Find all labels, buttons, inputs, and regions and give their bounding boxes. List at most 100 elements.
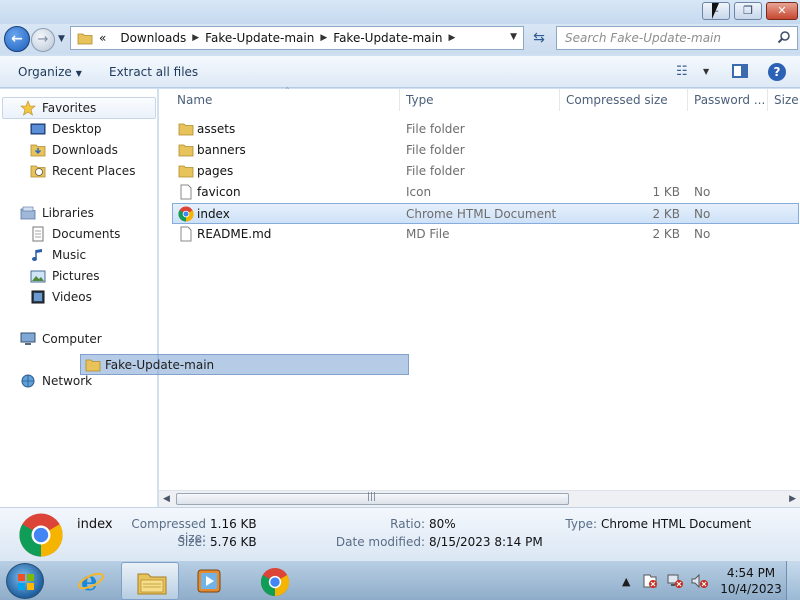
taskbar-internet-explorer[interactable]: e <box>62 562 120 600</box>
column-divider[interactable] <box>559 89 560 111</box>
command-bar: Organize ▼ Extract all files ☷ ▼ ? <box>0 56 800 88</box>
start-button[interactable] <box>6 563 44 599</box>
chrome-icon <box>260 567 290 597</box>
file-type: File folder <box>406 143 465 157</box>
nav-favorites[interactable]: Favorites <box>20 99 96 117</box>
views-icon[interactable]: ☷ <box>676 64 688 79</box>
taskbar-file-explorer[interactable] <box>121 562 179 600</box>
maximize-button[interactable]: ❐ <box>734 2 762 20</box>
network-tray-icon[interactable] <box>666 573 684 589</box>
address-bar[interactable]: « Downloads ▶ Fake-Update-main ▶ Fake-Up… <box>70 26 524 50</box>
chevron-right-icon[interactable]: ▶ <box>448 33 455 43</box>
close-button[interactable]: ✕ <box>766 2 798 20</box>
column-divider[interactable] <box>687 89 688 111</box>
clock-time: 4:54 PM <box>726 566 776 580</box>
help-icon[interactable]: ? <box>768 63 786 81</box>
details-file-name: index <box>77 517 113 532</box>
column-header-compressed-size[interactable]: Compressed size <box>566 93 668 107</box>
nav-pictures[interactable]: Pictures <box>30 267 100 285</box>
refresh-button[interactable]: ⇆ <box>528 28 550 48</box>
address-row: ← → ▼ « Downloads ▶ Fake-Update-main ▶ F… <box>0 24 800 54</box>
nav-downloads[interactable]: Downloads <box>30 141 118 159</box>
column-header-name[interactable]: Name <box>177 93 212 107</box>
details-modified-label: Date modified: <box>335 535 425 549</box>
search-icon[interactable] <box>777 30 791 44</box>
extract-all-button[interactable]: Extract all files <box>109 65 198 79</box>
internet-explorer-icon: e <box>78 567 104 595</box>
nav-music-label: Music <box>52 248 87 262</box>
details-pane: index Compressed size: 1.16 KB Size: 5.7… <box>0 507 800 560</box>
column-divider[interactable] <box>767 89 768 111</box>
breadcrumb-fake-update-main-inner[interactable]: Fake-Update-main <box>333 31 442 45</box>
scroll-left-icon[interactable]: ◀ <box>163 494 170 504</box>
column-header-password[interactable]: Password ... <box>694 93 765 107</box>
nav-music[interactable]: Music <box>30 246 86 264</box>
file-icon <box>180 184 192 200</box>
file-type: MD File <box>406 227 450 241</box>
show-hidden-icons[interactable]: ▲ <box>622 575 630 588</box>
nav-desktop[interactable]: Desktop <box>30 120 102 138</box>
nav-network-label: Network <box>42 374 93 388</box>
organize-label: Organize <box>18 65 72 79</box>
nav-recent-places[interactable]: Recent Places <box>30 162 135 180</box>
show-desktop-button[interactable] <box>786 561 800 600</box>
nav-libraries[interactable]: Libraries <box>20 204 94 222</box>
nav-videos[interactable]: Videos <box>30 288 92 306</box>
file-name: index <box>197 207 230 221</box>
mouse-cursor-icon <box>712 3 725 19</box>
search-input[interactable]: Search Fake-Update-main <box>556 26 798 50</box>
nav-libraries-label: Libraries <box>42 206 94 220</box>
nav-documents[interactable]: Documents <box>30 225 120 243</box>
nav-computer[interactable]: Computer <box>20 330 102 348</box>
table-row-selected[interactable]: index Chrome HTML Document 2 KB No <box>172 203 799 224</box>
back-button[interactable]: ← <box>4 26 30 52</box>
volume-muted-icon[interactable] <box>691 573 709 589</box>
file-password: No <box>694 207 711 221</box>
folder-icon <box>85 359 101 371</box>
action-center-icon[interactable] <box>642 573 658 589</box>
nav-documents-label: Documents <box>52 227 121 241</box>
taskbar-chrome[interactable] <box>245 562 303 600</box>
chevron-right-icon[interactable]: ▶ <box>192 33 199 43</box>
folder-icon <box>178 123 194 136</box>
scrollbar-thumb[interactable]: ||| <box>176 492 569 505</box>
column-divider[interactable] <box>399 89 400 111</box>
forward-button[interactable]: → <box>31 28 55 52</box>
scroll-right-icon[interactable]: ▶ <box>789 494 796 504</box>
table-row[interactable]: assets File folder <box>173 119 800 140</box>
file-list: Name ⌃ Type Compressed size Password ...… <box>159 86 800 507</box>
table-row[interactable]: pages File folder <box>173 161 800 182</box>
organize-menu[interactable]: Organize ▼ <box>18 65 82 79</box>
breadcrumb-downloads[interactable]: Downloads <box>120 31 186 45</box>
nav-videos-label: Videos <box>52 290 92 304</box>
address-dropdown[interactable]: ▼ <box>510 32 517 42</box>
search-placeholder: Search Fake-Update-main <box>565 31 721 45</box>
column-header-size[interactable]: Size <box>774 93 799 107</box>
chevron-down-icon: ▼ <box>75 69 82 78</box>
system-clock[interactable]: 4:54 PM 10/4/2023 <box>720 565 782 597</box>
clock-date: 10/4/2023 <box>720 582 782 596</box>
file-name: assets <box>197 122 236 136</box>
breadcrumb-fake-update-main[interactable]: Fake-Update-main <box>205 31 314 45</box>
table-row[interactable]: favicon Icon 1 KB No <box>173 182 800 203</box>
table-row[interactable]: banners File folder <box>173 140 800 161</box>
taskbar-media-player[interactable] <box>180 562 238 600</box>
pictures-icon <box>30 270 46 283</box>
folder-icon <box>178 165 194 178</box>
recent-pages-dropdown[interactable]: ▼ <box>58 34 65 44</box>
views-dropdown[interactable]: ▼ <box>703 67 709 76</box>
folder-icon <box>178 144 194 157</box>
chrome-icon <box>178 206 194 222</box>
nav-desktop-label: Desktop <box>52 122 102 136</box>
taskbar: e ▲ 4:54 PM 10/4/2023 <box>0 560 800 600</box>
address-overflow[interactable]: « <box>99 31 106 45</box>
column-header-type[interactable]: Type <box>406 93 434 107</box>
chrome-icon <box>19 513 63 557</box>
preview-pane-icon[interactable] <box>732 64 748 78</box>
horizontal-scrollbar[interactable]: ◀ ||| ▶ <box>159 490 800 507</box>
file-compressed-size: 2 KB <box>652 207 680 221</box>
file-name: README.md <box>197 227 272 241</box>
chevron-right-icon[interactable]: ▶ <box>320 33 327 43</box>
details-compressed-value: 1.16 KB <box>210 517 257 531</box>
table-row[interactable]: README.md MD File 2 KB No <box>173 224 800 245</box>
